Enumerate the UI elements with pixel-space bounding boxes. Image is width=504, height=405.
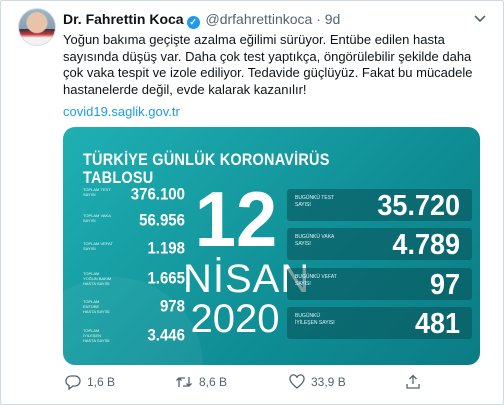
left-stat-row: TOPLAM YOĞUN BAKIM HASTA SAYISI 1.665 [83,269,185,291]
left-stat-row: TOPLAM İYİLEŞEN HASTA SAYISI 3.446 [83,326,185,348]
today-stat-label: BUGÜNKÜ VEFAT SAYISI [295,274,337,287]
today-stat-row: BUGÜNKÜ VEFAT SAYISI 97 [287,268,472,301]
left-stat-label: TOPLAM TEST SAYISI [83,187,111,197]
tweet-actions: 1,6 B 8,6 B 33,9 B [63,374,483,392]
reply-button[interactable]: 1,6 B [65,374,115,390]
author-handle[interactable]: @drfahrettinkoca [205,11,312,27]
left-stat-value: 56.956 [139,211,185,230]
left-stat-value: 978 [159,297,185,316]
tweet-header: Dr. Fahrettin Koca ✓ @drfahrettinkoca · 9… [63,11,340,29]
media-card[interactable]: TÜRKİYE GÜNLÜK KORONAVİRÜS TABLOSU TOPLA… [63,127,480,365]
left-stat-label: TOPLAM VAKA SAYISI [83,213,111,223]
today-stat-label: BUGÜNKÜ TEST SAYISI [295,195,334,208]
author-name[interactable]: Dr. Fahrettin Koca [63,11,184,27]
reply-count: 1,6 B [87,375,116,389]
chevron-down-icon[interactable] [474,12,486,26]
today-stat-label: BUGÜNKÜ VAKA SAYISI [295,234,335,247]
today-stat-value: 4.789 [392,229,460,261]
left-stat-row: TOPLAM ENTÜBE HASTA SAYISI 978 [83,297,185,319]
tweet-link[interactable]: covid19.saglik.gov.tr [63,104,180,119]
avatar[interactable] [18,8,56,46]
retweet-button[interactable]: 8,6 B [175,374,227,390]
retweet-count: 8,6 B [199,375,228,389]
left-stat-row: TOPLAM VAKA SAYISI 56.956 [83,211,185,233]
date-year: 2020 [190,297,280,341]
today-stat-value: 35.720 [377,190,460,222]
reply-icon [65,374,81,390]
today-stat-value: 97 [429,269,460,301]
tweet-time[interactable]: 9d [325,11,341,27]
left-stat-value: 376.100 [130,185,185,204]
header-separator: · [316,11,321,27]
today-stat-row: BUGÜNKÜ TEST SAYISI 35.720 [287,189,472,222]
tweet-text: Yoğun bakıma geçişte azalma eğilimi sürü… [63,32,473,97]
left-stat-label: TOPLAM ENTÜBE HASTA SAYISI [83,299,110,314]
today-stat-row: BUGÜNKÜ VAKA SAYISI 4.789 [287,228,472,261]
date-day: 12 [194,175,278,263]
today-stat-value: 481 [414,308,460,340]
share-icon [405,374,421,390]
left-stat-value: 3.446 [147,326,185,345]
verified-badge-icon: ✓ [186,16,200,29]
like-count: 33,9 B [311,375,346,389]
left-stat-label: TOPLAM İYİLEŞEN HASTA SAYISI [83,328,110,343]
like-button[interactable]: 33,9 B [289,374,346,390]
left-stat-row: TOPLAM VEFAT SAYISI 1.198 [83,239,185,261]
today-stat-row: BUGÜNKÜ İYİLEŞEN SAYISI 481 [287,307,472,340]
date-month: NİSAN [183,257,311,301]
share-button[interactable] [405,374,421,390]
left-stat-value: 1.665 [147,269,185,288]
retweet-icon [175,374,193,390]
heart-icon [289,374,305,390]
left-stat-value: 1.198 [147,239,185,258]
today-stat-label: BUGÜNKÜ İYİLEŞEN SAYISI [295,313,335,326]
left-stat-label: TOPLAM VEFAT SAYISI [83,241,113,251]
left-stat-row: TOPLAM TEST SAYISI 376.100 [83,185,185,207]
left-stat-label: TOPLAM YOĞUN BAKIM HASTA SAYISI [83,271,112,286]
